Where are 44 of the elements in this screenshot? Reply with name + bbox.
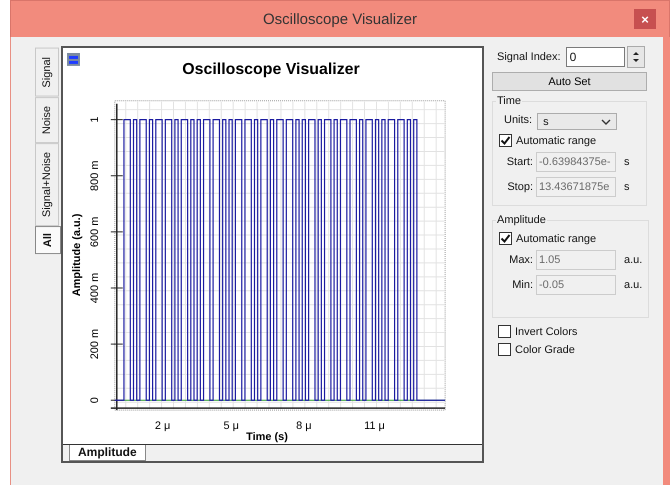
chevron-down-icon: [601, 118, 612, 124]
units-dropdown[interactable]: s: [537, 113, 618, 130]
x-tick-label: 8 μ: [296, 420, 312, 432]
group-title: Time: [496, 95, 522, 107]
y-tick-label: 600 m: [88, 216, 101, 248]
chart-icon[interactable]: [67, 52, 80, 66]
auto-set-button[interactable]: Auto Set: [492, 72, 647, 91]
field-label: Min:: [511, 279, 533, 291]
plot-title: Oscilloscope Visualizer: [182, 60, 360, 78]
units-label: Units:: [504, 114, 532, 126]
plot-tab[interactable]: Amplitude: [69, 445, 146, 461]
group-title: Amplitude: [496, 214, 547, 226]
x-tick-label: 2 μ: [154, 420, 170, 432]
x-tick-label: 5 μ: [224, 420, 239, 432]
signal-index-label: Signal Index:: [497, 51, 561, 63]
y-tick-label: 0: [88, 397, 101, 404]
unit-label: s: [624, 181, 630, 193]
close-button[interactable]: ×: [634, 9, 656, 29]
y-tick-label: 200 m: [88, 328, 101, 360]
field-label: Max:: [508, 254, 533, 266]
side-tab[interactable]: Signal+Noise: [35, 142, 59, 226]
x-tick-label: 11 μ: [364, 420, 385, 432]
y-axis-label: Amplitude (a.u.): [70, 214, 83, 296]
checkmark-icon: [500, 135, 511, 146]
side-tab[interactable]: Signal: [35, 48, 59, 97]
y-tick-label: 1: [88, 116, 101, 123]
unit-label: a.u.: [624, 254, 642, 266]
window-title: Oscilloscope Visualizer: [263, 10, 417, 28]
checkmark-icon: [500, 233, 511, 244]
field-label: Stop:: [506, 181, 533, 193]
x-axis-label: Time (s): [246, 431, 288, 444]
option-checkbox[interactable]: Color Grade: [498, 343, 652, 356]
automatic-range-checkbox[interactable]: Automatic range: [499, 134, 640, 147]
unit-label: a.u.: [624, 279, 642, 291]
field-label: Start:: [506, 156, 533, 168]
y-tick-label: 800 m: [88, 160, 101, 191]
unit-label: s: [624, 156, 630, 168]
side-tab[interactable]: Noise: [35, 96, 59, 143]
spinner-buttons[interactable]: [626, 46, 645, 68]
signal-index-field[interactable]: 0: [566, 47, 625, 67]
y-tick-label: 400 m: [88, 272, 101, 304]
automatic-range-checkbox[interactable]: Automatic range: [499, 232, 642, 245]
side-tab[interactable]: All: [35, 226, 61, 254]
option-checkbox[interactable]: Invert Colors: [498, 325, 652, 338]
